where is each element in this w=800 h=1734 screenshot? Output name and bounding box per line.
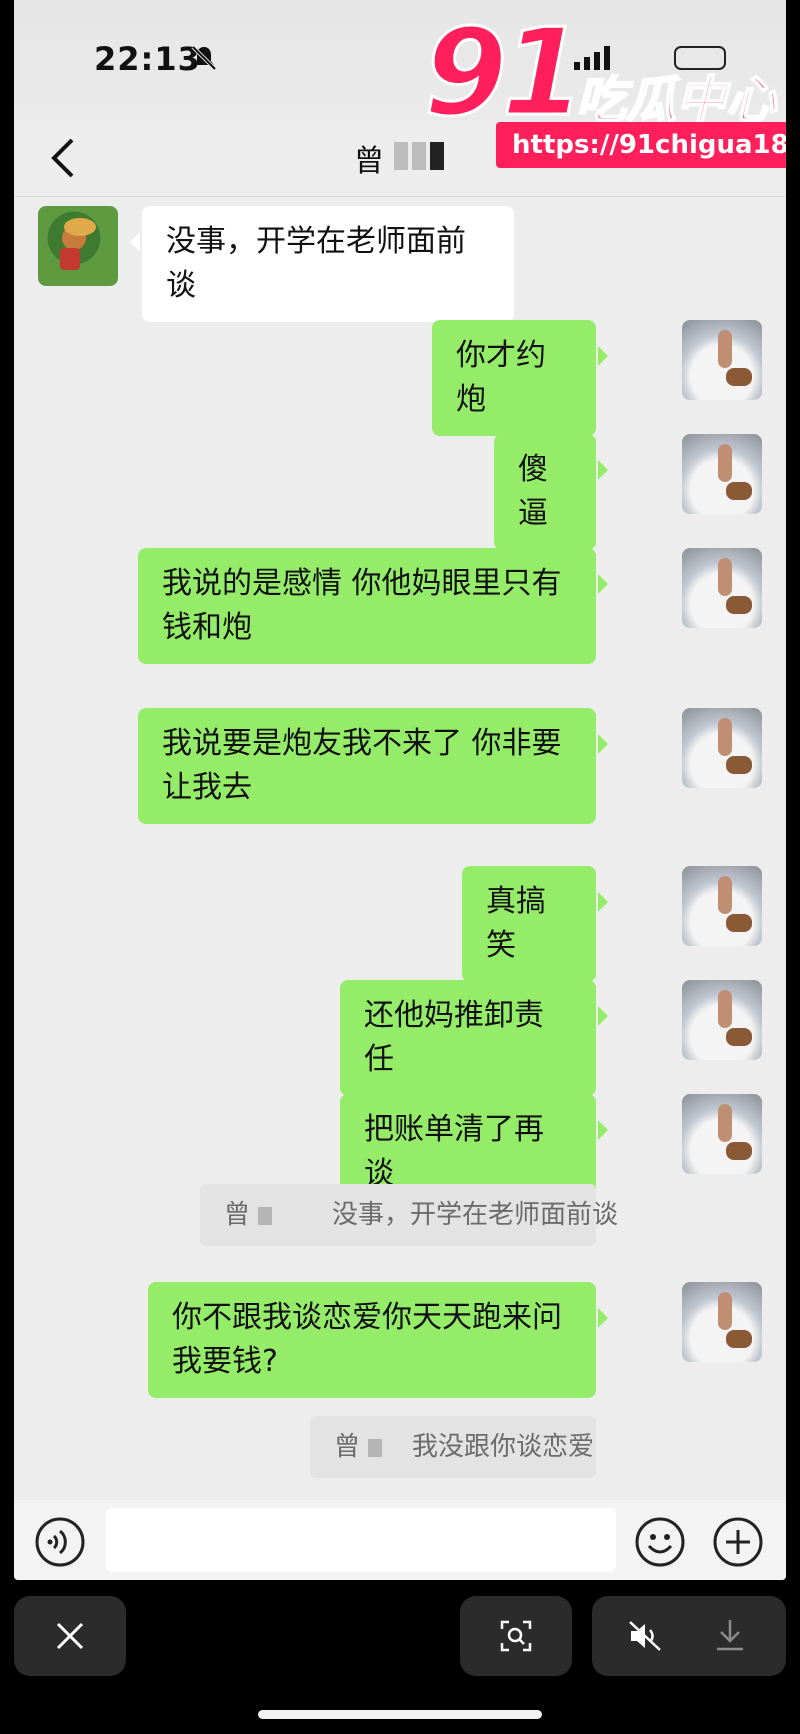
- outgoing-message[interactable]: 我说的是感情 你他妈眼里只有钱和炮: [138, 548, 608, 664]
- quote-sender: 曾: [224, 1200, 251, 1230]
- quote-text: 我没跟你谈恋爱: [412, 1432, 595, 1462]
- user-avatar[interactable]: [682, 708, 762, 788]
- outgoing-message[interactable]: 我说要是炮友我不来了 你非要让我去: [138, 708, 608, 824]
- emoji-icon[interactable]: [634, 1516, 686, 1568]
- watermark-logo-number: 91: [423, 4, 587, 143]
- incoming-message[interactable]: 没事，开学在老师面前谈: [130, 206, 514, 322]
- quoted-message[interactable]: 曾 没事，开学在老师面前谈: [200, 1184, 618, 1246]
- user-avatar[interactable]: [682, 434, 762, 514]
- message-input[interactable]: [106, 1508, 616, 1572]
- mute-icon[interactable]: [628, 1620, 664, 1652]
- contact-avatar[interactable]: [38, 206, 118, 286]
- close-button[interactable]: [14, 1596, 126, 1676]
- scan-button[interactable]: [460, 1596, 572, 1676]
- input-bar: [14, 1500, 786, 1580]
- outgoing-message[interactable]: 傻逼: [494, 434, 608, 550]
- name-redaction: [258, 1206, 273, 1225]
- user-avatar[interactable]: [682, 1282, 762, 1362]
- user-avatar[interactable]: [682, 866, 762, 946]
- scan-icon: [500, 1620, 532, 1652]
- outgoing-message[interactable]: 你才约炮: [432, 320, 608, 436]
- watermark-url: https://91chigua18.com: [496, 122, 786, 168]
- message-list: 没事，开学在老师面前谈 你才约炮 傻逼 我说的是感情 你他妈眼里只有钱和炮 我说…: [14, 0, 786, 1580]
- media-controls: [592, 1596, 786, 1676]
- user-avatar[interactable]: [682, 320, 762, 400]
- voice-icon[interactable]: [34, 1516, 86, 1568]
- user-avatar[interactable]: [682, 548, 762, 628]
- outgoing-message[interactable]: 还他妈推卸责任: [340, 980, 608, 1096]
- download-icon[interactable]: [714, 1618, 746, 1652]
- plus-icon[interactable]: [712, 1516, 764, 1568]
- name-redaction: [368, 1438, 383, 1457]
- quoted-message[interactable]: 曾 我没跟你谈恋爱: [310, 1416, 596, 1478]
- quote-text: 没事，开学在老师面前谈: [332, 1200, 619, 1230]
- close-icon: [56, 1622, 84, 1650]
- user-avatar[interactable]: [682, 980, 762, 1060]
- user-avatar[interactable]: [682, 1094, 762, 1174]
- outgoing-message[interactable]: 你不跟我谈恋爱你天天跑来问我要钱?: [148, 1282, 608, 1398]
- outgoing-message[interactable]: 真搞笑: [462, 866, 608, 982]
- chat-screen: 22:13 曾 没事，开学在老师面前谈 你才约炮 傻逼 我说的是感情 你他妈眼里…: [14, 0, 786, 1580]
- home-indicator[interactable]: [258, 1710, 542, 1719]
- quote-sender: 曾: [334, 1432, 361, 1462]
